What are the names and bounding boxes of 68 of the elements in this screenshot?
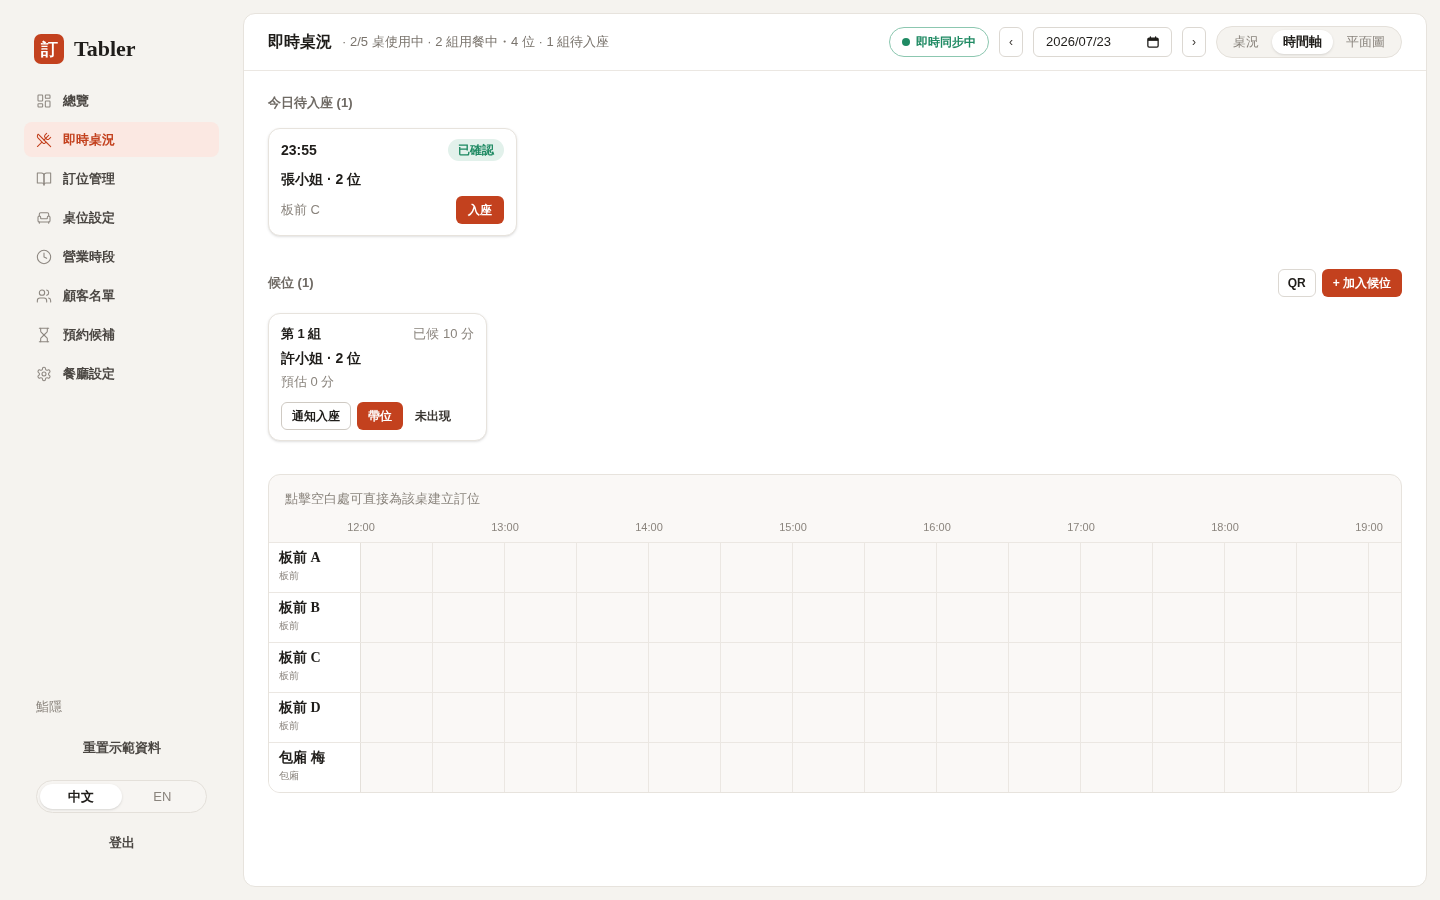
nav-item[interactable]: 餐廳設定 bbox=[24, 356, 219, 391]
wait-time: 已候 10 分 bbox=[413, 325, 474, 343]
next-day-button[interactable]: › bbox=[1182, 27, 1206, 57]
fork-knife-icon bbox=[36, 131, 52, 148]
hour-label: 17:00 bbox=[1067, 520, 1095, 535]
logout-button[interactable]: 登出 bbox=[92, 825, 151, 861]
guest-info: 許小姐 · 2 位 bbox=[281, 349, 362, 368]
hour-label: 16:00 bbox=[923, 520, 951, 535]
clock-icon bbox=[36, 248, 52, 265]
nav-item[interactable]: 營業時段 bbox=[24, 239, 219, 274]
table-zone: 包廂 bbox=[279, 769, 299, 783]
table-zone: 板前 bbox=[279, 719, 299, 733]
date-field[interactable]: 2026/07/23 bbox=[1033, 27, 1172, 57]
group-number: 第 1 組 bbox=[281, 325, 322, 343]
nav-item[interactable]: 預約候補 bbox=[24, 317, 219, 352]
page-title: 即時桌況 bbox=[268, 32, 332, 52]
hour-label: 13:00 bbox=[491, 520, 519, 535]
status-badge: 已確認 bbox=[448, 139, 504, 161]
dashboard-grid-icon bbox=[36, 92, 52, 109]
restaurant-name: 鮨隱 bbox=[36, 698, 62, 716]
view-tab[interactable]: 桌況 bbox=[1220, 30, 1272, 54]
section-title: 今日待入座 (1) bbox=[268, 94, 353, 112]
reservation-time: 23:55 bbox=[281, 141, 317, 160]
logo-mark: 訂 bbox=[34, 34, 64, 64]
hour-label: 14:00 bbox=[635, 520, 663, 535]
table-zone: 板前 bbox=[279, 669, 299, 683]
hour-label: 19:00 bbox=[1355, 520, 1383, 535]
hour-label: 12:00 bbox=[347, 520, 375, 535]
nav-item[interactable]: 桌位設定 bbox=[24, 200, 219, 235]
qr-button[interactable]: QR bbox=[1277, 269, 1316, 297]
guest-info: 張小姐 · 2 位 bbox=[281, 170, 362, 189]
table-name: 板前 D bbox=[279, 699, 321, 717]
waitlist-action-button[interactable]: 未出現 bbox=[409, 402, 457, 430]
app-name: Tabler bbox=[74, 35, 136, 63]
language-option[interactable]: 中文 bbox=[40, 784, 122, 809]
reset-demo-button[interactable]: 重置示範資料 bbox=[66, 730, 177, 766]
table-name: 包廂 梅 bbox=[279, 749, 325, 767]
view-tab[interactable]: 平面圖 bbox=[1333, 30, 1398, 54]
table-name: 板前 A bbox=[279, 549, 321, 567]
hour-label: 15:00 bbox=[779, 520, 807, 535]
table-name: 板前 B bbox=[279, 599, 320, 617]
nav-item[interactable]: 即時桌況 bbox=[24, 122, 219, 157]
add-waitlist-button[interactable]: + 加入候位 bbox=[1321, 269, 1402, 297]
armchair-icon bbox=[36, 209, 52, 226]
seat-button[interactable]: 入座 bbox=[456, 196, 504, 224]
nav-item[interactable]: 訂位管理 bbox=[24, 161, 219, 196]
table-zone: 板前 bbox=[279, 569, 299, 583]
people-icon bbox=[36, 287, 52, 304]
table-zone: 板前 bbox=[279, 619, 299, 633]
hour-label: 18:00 bbox=[1211, 520, 1239, 535]
live-dot-icon bbox=[902, 38, 910, 46]
settings-icon bbox=[36, 365, 52, 382]
section-title: 候位 (1) bbox=[268, 274, 314, 292]
hourglass-icon bbox=[36, 326, 52, 343]
sync-status-text: 即時同步中 bbox=[916, 34, 976, 50]
wait-estimate: 預估 0 分 bbox=[281, 373, 335, 391]
book-icon bbox=[36, 170, 52, 187]
table-summary: · 2/5 桌使用中 · 2 組用餐中・4 位 · 1 組待入座 bbox=[342, 33, 610, 51]
previous-day-button[interactable]: ‹ bbox=[999, 27, 1023, 57]
table-name: 板前 C bbox=[279, 649, 321, 667]
calendar-icon bbox=[1147, 36, 1159, 48]
nav-item[interactable]: 顧客名單 bbox=[24, 278, 219, 313]
nav-item[interactable]: 總覽 bbox=[24, 83, 219, 118]
waitlist-action-button[interactable]: 通知入座 bbox=[281, 402, 351, 430]
table-label: 板前 C bbox=[281, 201, 320, 219]
view-tab[interactable]: 時間軸 bbox=[1272, 30, 1333, 54]
timeline-hint: 點擊空白處可直接為該桌建立訂位 bbox=[285, 490, 480, 508]
waitlist-action-button[interactable]: 帶位 bbox=[357, 402, 403, 430]
